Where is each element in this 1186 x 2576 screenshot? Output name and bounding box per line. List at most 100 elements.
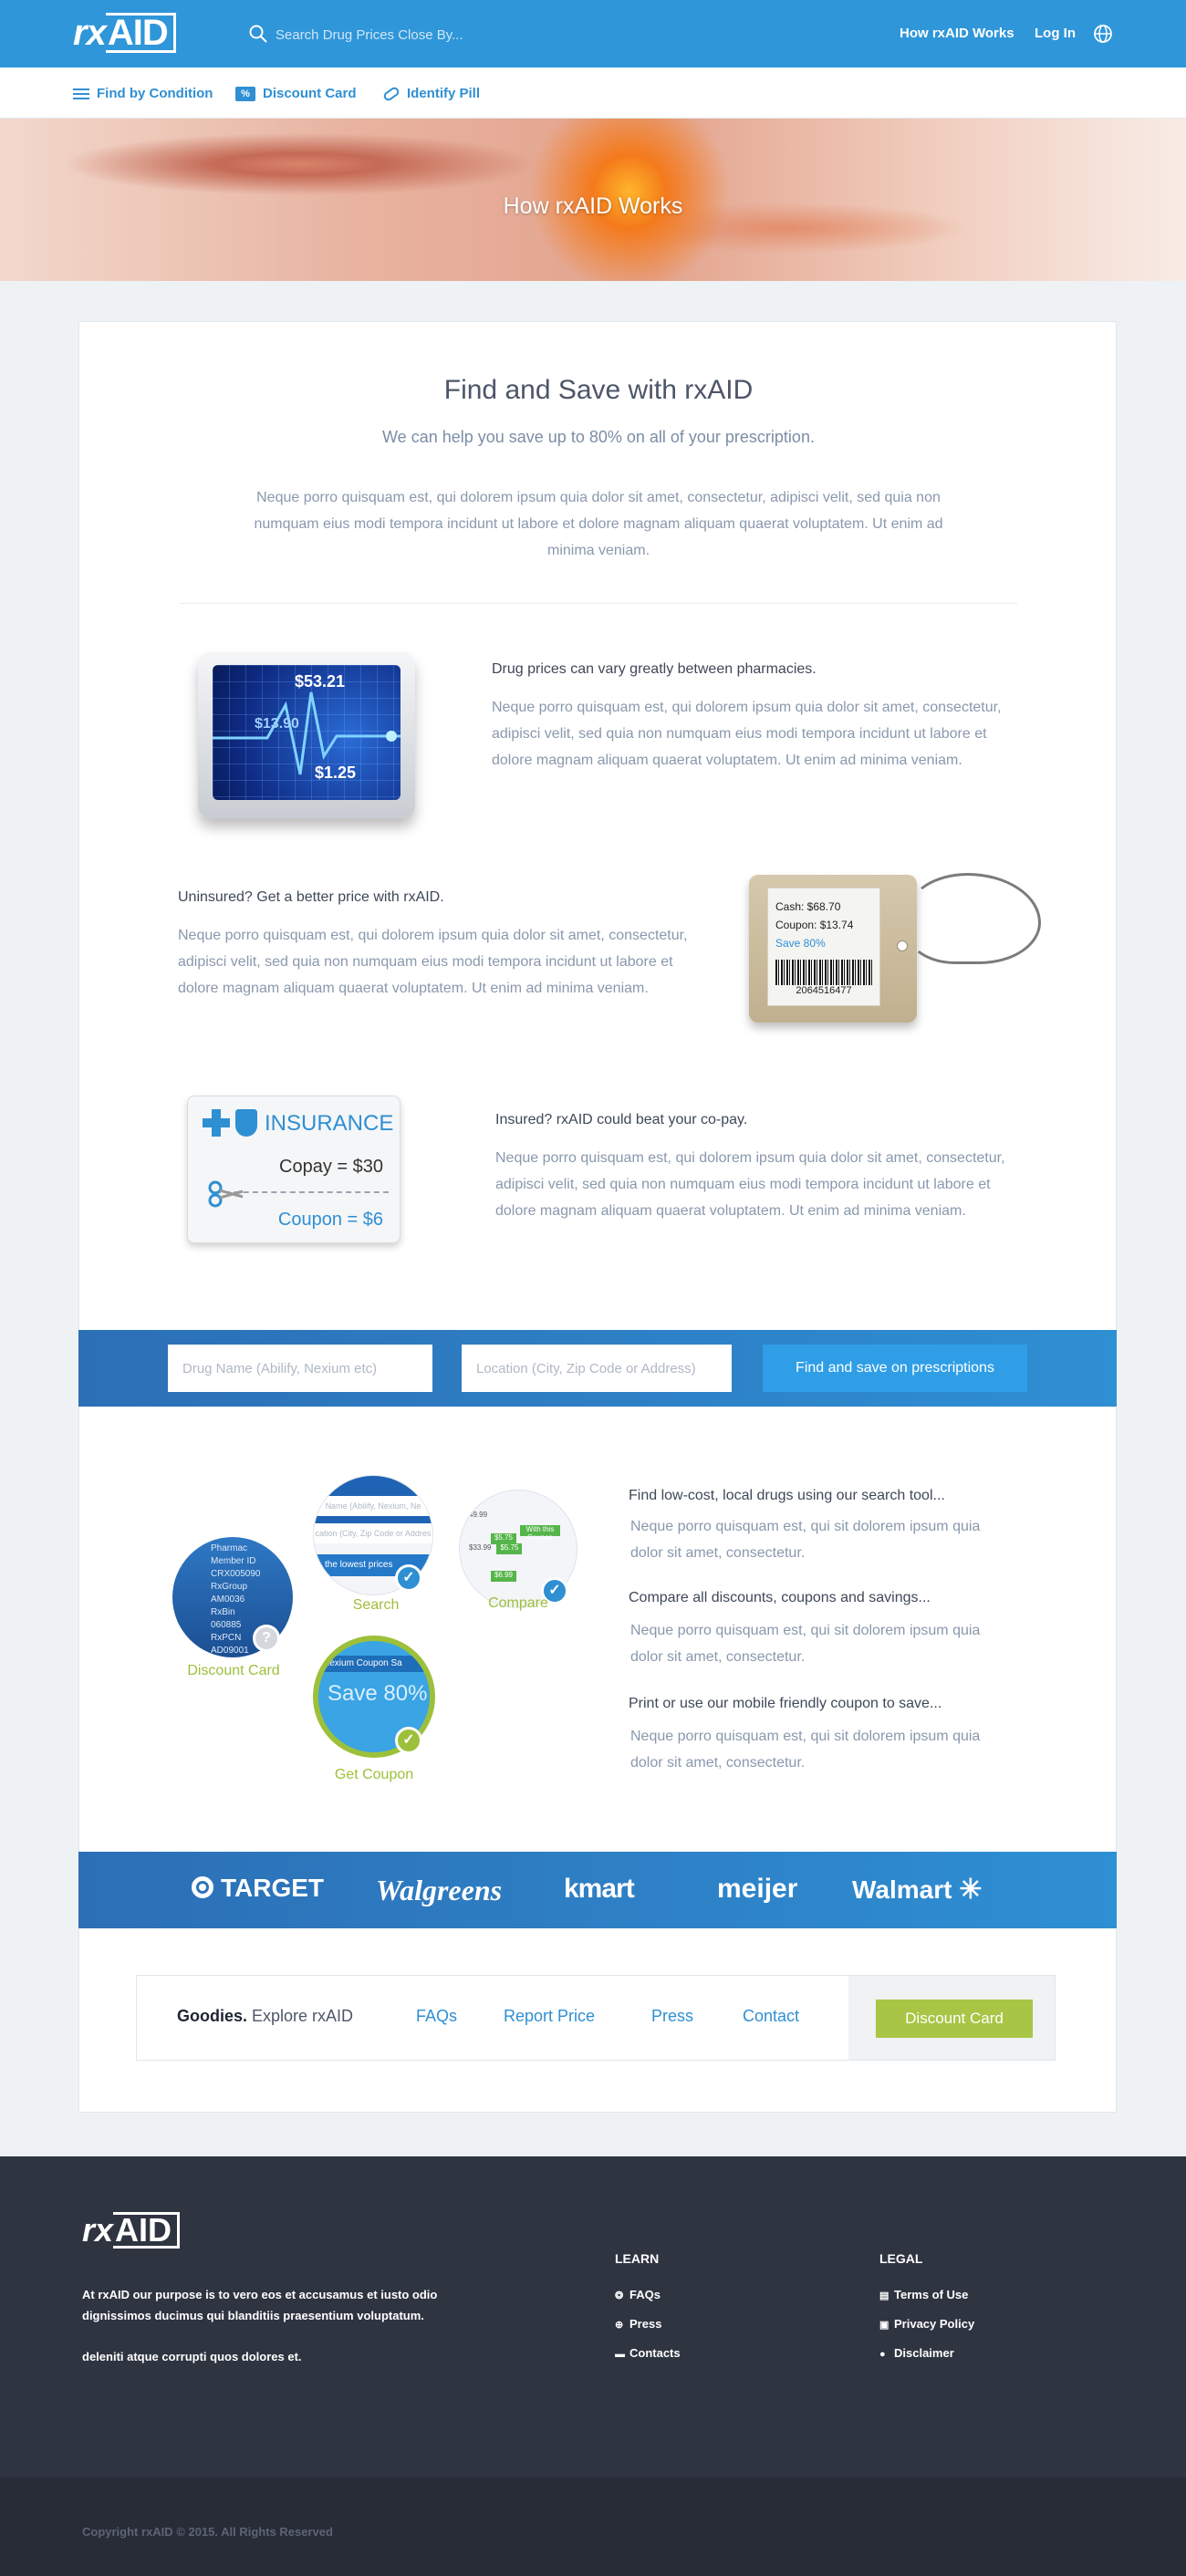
search-stripe-mid bbox=[314, 1516, 432, 1523]
price-high: $53.21 bbox=[295, 672, 346, 691]
footer-press-label: Press bbox=[629, 2317, 662, 2331]
meijer-logo: meijer bbox=[717, 1874, 798, 1904]
search-icon[interactable] bbox=[248, 24, 268, 44]
price-mid: $13.90 bbox=[255, 716, 299, 732]
coupon-header: lexium Coupon Sa bbox=[318, 1656, 430, 1672]
feature-title-2: Uninsured? Get a better price with rxAID… bbox=[178, 889, 444, 905]
find-and-save-button[interactable]: Find and save on prescriptions bbox=[763, 1345, 1027, 1392]
target-name: TARGET bbox=[221, 1874, 325, 1902]
copyright-text: Copyright rxAID © 2015. All Rights Reser… bbox=[82, 2525, 333, 2539]
footer-logo[interactable]: rxAID bbox=[82, 2211, 181, 2249]
step-title-2: Compare all discounts, coupons and savin… bbox=[629, 1590, 931, 1605]
walmart-spark-icon: ✳ bbox=[959, 1875, 983, 1905]
compare-caption: Compare bbox=[488, 1595, 548, 1611]
faqs-link[interactable]: FAQs bbox=[416, 2007, 457, 2026]
insurance-label: INSURANCE bbox=[265, 1111, 394, 1136]
medical-cross-icon bbox=[203, 1109, 230, 1137]
search-bar bbox=[248, 22, 631, 47]
footer-about: At rxAID our purpose is to vero eos et a… bbox=[82, 2284, 502, 2367]
how-it-works-link[interactable]: How rxAID Works bbox=[900, 26, 1014, 41]
price-tag-illustration: Cash: $68.70 Coupon: $13.74 Save 80% 206… bbox=[749, 875, 917, 1023]
card-line-5: RxGroup bbox=[211, 1582, 248, 1592]
document-icon: ▤ bbox=[879, 2290, 890, 2301]
page-lead: We can help you save up to 80% on all of… bbox=[382, 428, 815, 446]
target-bullseye-icon bbox=[192, 1876, 213, 1898]
menu-icon bbox=[73, 88, 89, 99]
feature-title-3: Insured? rxAID could beat your co-pay. bbox=[495, 1112, 748, 1127]
hero-title: How rxAID Works bbox=[503, 193, 683, 219]
drug-name-input[interactable] bbox=[168, 1345, 432, 1392]
card-line-10: AD09001 bbox=[211, 1646, 249, 1656]
scissors-icon bbox=[208, 1180, 244, 1208]
target-logo: TARGET bbox=[192, 1874, 324, 1903]
globe-icon[interactable] bbox=[1093, 24, 1113, 44]
compare-row-2: $5.75With this Coupon bbox=[469, 1525, 569, 1544]
discount-card-button[interactable]: Discount Card bbox=[876, 2000, 1033, 2038]
secondary-navigation: Find by Condition % Discount Card Identif… bbox=[0, 68, 1186, 119]
learn-heading: LEARN bbox=[615, 2251, 660, 2266]
compare-row-1: 49.99 bbox=[469, 1511, 569, 1523]
disclaimer-link[interactable]: ● Disclaimer bbox=[879, 2346, 954, 2360]
discount-card-link[interactable]: % Discount Card bbox=[235, 86, 357, 101]
footer-faqs-label: FAQs bbox=[629, 2288, 661, 2301]
tag-hole bbox=[897, 940, 908, 951]
lock-icon: ▣ bbox=[879, 2320, 890, 2331]
contact-link[interactable]: Contact bbox=[743, 2007, 799, 2026]
alert-icon: ● bbox=[879, 2349, 886, 2360]
intro-paragraph: Neque porro quisquam est, qui dolorem ip… bbox=[254, 490, 943, 558]
find-by-condition-link[interactable]: Find by Condition bbox=[73, 86, 213, 101]
goodies-title: Goodies. Explore rxAID bbox=[177, 2007, 353, 2026]
search-input[interactable] bbox=[276, 22, 622, 47]
location-input[interactable] bbox=[462, 1345, 732, 1392]
footer-about-1: At rxAID our purpose is to vero eos et a… bbox=[82, 2288, 438, 2322]
disclaimer-label: Disclaimer bbox=[894, 2346, 954, 2360]
footer-contacts-link[interactable]: ▬ Contacts bbox=[615, 2346, 681, 2360]
step-title-1: Find low-cost, local drugs using our sea… bbox=[629, 1488, 945, 1503]
rxaid-logo[interactable]: rxAID bbox=[73, 13, 176, 54]
barcode-icon bbox=[775, 960, 872, 985]
press-link[interactable]: Press bbox=[651, 2007, 693, 2026]
price-tag-label: Cash: $68.70 Coupon: $13.74 Save 80% 206… bbox=[767, 888, 880, 1006]
coupon-save-text: Save 80% bbox=[328, 1681, 428, 1706]
login-link[interactable]: Log In bbox=[1035, 26, 1076, 41]
insurance-card-illustration: INSURANCE Copay = $30 Coupon = $6 bbox=[187, 1096, 401, 1243]
identify-pill-label: Identify Pill bbox=[407, 86, 481, 101]
compare-link-1: With this Coupon bbox=[520, 1525, 560, 1542]
logo-box: AID bbox=[105, 13, 176, 53]
report-price-link[interactable]: Report Price bbox=[504, 2007, 595, 2026]
feature-text-2: Neque porro quisquam est, qui dolorem ip… bbox=[178, 928, 688, 996]
chat-icon: ▬ bbox=[615, 2349, 625, 2360]
check-icon: ✓ bbox=[395, 1564, 422, 1592]
kmart-logo: kmart bbox=[564, 1874, 635, 1904]
compare-price-b: $33.99 bbox=[469, 1543, 492, 1552]
walgreens-logo: Walgreens bbox=[376, 1874, 503, 1906]
compare-price-a: 49.99 bbox=[469, 1511, 488, 1519]
terms-link[interactable]: ▤ Terms of Use bbox=[879, 2288, 968, 2301]
search-field-1: Name (Abilify, Nexium, Ne bbox=[314, 1496, 432, 1516]
footer-contacts-label: Contacts bbox=[629, 2346, 681, 2360]
footer-about-2: deleniti atque corrupti quos dolores et. bbox=[82, 2350, 302, 2363]
coupon-amount: Coupon = $6 bbox=[277, 1210, 383, 1230]
discount-card-caption: Discount Card bbox=[187, 1663, 280, 1678]
goodies-bold: Goodies. bbox=[177, 2007, 248, 2025]
footer-logo-prefix: rx bbox=[82, 2211, 114, 2249]
search-field-2: cation (City, Zip Code or Addres bbox=[314, 1523, 432, 1543]
price-monitor-illustration: $53.21 $13.90 $1.25 bbox=[198, 652, 415, 818]
question-icon: ❂ bbox=[615, 2290, 624, 2301]
logo-prefix: rx bbox=[73, 13, 107, 53]
copay-amount: Copay = $30 bbox=[279, 1157, 383, 1177]
info-icon: ? bbox=[253, 1625, 280, 1652]
tag-save: Save 80% bbox=[775, 937, 826, 950]
feature-title-1: Drug prices can vary greatly between pha… bbox=[492, 661, 817, 677]
privacy-link[interactable]: ▣ Privacy Policy bbox=[879, 2317, 974, 2331]
tag-cash: Cash: $68.70 bbox=[775, 900, 841, 913]
footer-faqs-link[interactable]: ❂ FAQs bbox=[615, 2288, 661, 2301]
identify-pill-link[interactable]: Identify Pill bbox=[381, 85, 481, 102]
walmart-name: Walmart bbox=[852, 1875, 952, 1904]
section-divider bbox=[180, 603, 1017, 604]
footer-press-link[interactable]: ⊕ Press bbox=[615, 2317, 661, 2331]
pharmacy-brands-band: TARGET Walgreens kmart meijer Walmart ✳ bbox=[78, 1852, 1117, 1928]
step-text-3: Neque porro quisquam est, qui sit dolore… bbox=[630, 1729, 981, 1771]
main-content-card: Find and Save with rxAID We can help you… bbox=[78, 321, 1117, 2113]
find-by-condition-label: Find by Condition bbox=[97, 86, 213, 101]
